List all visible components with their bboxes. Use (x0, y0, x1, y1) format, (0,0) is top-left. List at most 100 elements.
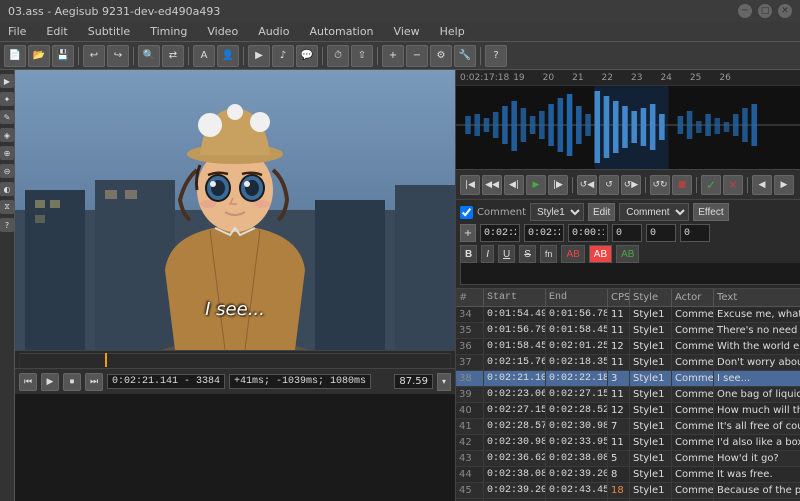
table-row[interactable]: 37 0:02:15.76 0:02:18.35 11 Style1 Comme… (456, 355, 800, 371)
menu-timing[interactable]: Timing (146, 25, 191, 38)
sidebar-icon-4[interactable]: ◈ (0, 128, 14, 142)
tr-sep3 (696, 177, 697, 193)
tb-sub[interactable]: 💬 (296, 45, 318, 67)
sidebar-icon-8[interactable]: ⧖ (0, 200, 14, 214)
tb-redo[interactable]: ↪ (107, 45, 129, 67)
tb-save[interactable]: 💾 (52, 45, 74, 67)
num-input-1[interactable] (612, 224, 642, 242)
subtitle-text-input[interactable]: I see... (460, 263, 800, 285)
menu-audio[interactable]: Audio (254, 25, 293, 38)
tr-reject[interactable]: ✕ (723, 175, 743, 195)
fn-button[interactable]: fn (540, 245, 558, 263)
tr-loop[interactable]: ↺ (599, 175, 619, 195)
tr-play-prev[interactable]: ◀| (504, 175, 524, 195)
tb-video[interactable]: ▶ (248, 45, 270, 67)
vc-play-pause[interactable]: ▶ (41, 373, 59, 391)
tb-replace[interactable]: ⇄ (162, 45, 184, 67)
tb-style[interactable]: A (193, 45, 215, 67)
menu-video[interactable]: Video (203, 25, 242, 38)
strikethrough-button[interactable]: S (519, 245, 536, 263)
timeline-ruler[interactable] (19, 353, 451, 367)
actor-select[interactable]: Comment (619, 203, 689, 221)
sidebar-icon-9[interactable]: ? (0, 218, 14, 232)
cell-num: 36 (456, 339, 484, 354)
table-row[interactable]: 35 0:01:56.79 0:01:58.45 11 Style1 Comme… (456, 323, 800, 339)
tb-shift[interactable]: ⇧ (351, 45, 373, 67)
italic-button[interactable]: I (481, 245, 494, 263)
table-row[interactable]: 43 0:02:36.62 0:02:38.08 5 Style1 Commen… (456, 451, 800, 467)
num-input-3[interactable] (680, 224, 710, 242)
tb-timing[interactable]: ⏱ (327, 45, 349, 67)
tr-play[interactable]: ▶ (526, 175, 546, 195)
cell-end: 0:02:22.18 (546, 371, 608, 386)
close-button[interactable]: ✕ (778, 4, 792, 18)
tr-loop-line[interactable]: ↺↻ (650, 175, 670, 195)
tr-play-next[interactable]: |▶ (548, 175, 568, 195)
minimize-button[interactable]: ─ (738, 4, 752, 18)
tb-help[interactable]: ? (485, 45, 507, 67)
tr-start[interactable]: |◀ (460, 175, 480, 195)
table-row[interactable]: 42 0:02:30.98 0:02:33.95 11 Style1 Comme… (456, 435, 800, 451)
table-row[interactable]: 40 0:02:27.15 0:02:28.52 12 Style1 Comme… (456, 403, 800, 419)
sidebar-icon-2[interactable]: ✦ (0, 92, 14, 106)
num-input-2[interactable] (646, 224, 676, 242)
tb-new[interactable]: 📄 (4, 45, 26, 67)
tb-open[interactable]: 📂 (28, 45, 50, 67)
style-select[interactable]: Style1 (530, 203, 584, 221)
waveform-display[interactable] (456, 86, 800, 170)
cell-text: One bag of liquid gunpowder/nand 44 cali… (714, 387, 800, 402)
table-row[interactable]: 41 0:02:28.57 0:02:30.98 7 Style1 Commen… (456, 419, 800, 435)
sidebar-icon-1[interactable]: ▶ (0, 74, 14, 88)
tb-zoom-in[interactable]: + (382, 45, 404, 67)
tr-accept[interactable]: ✓ (701, 175, 721, 195)
duration-input[interactable] (568, 224, 608, 242)
cell-num: 40 (456, 403, 484, 418)
menu-automation[interactable]: Automation (305, 25, 377, 38)
tr-prev[interactable]: ◀◀ (482, 175, 502, 195)
time-start-input[interactable] (480, 224, 520, 242)
vc-next-frame[interactable]: ⏭ (85, 373, 103, 391)
sidebar-icon-5[interactable]: ⊕ (0, 146, 14, 160)
tb-zoom-out[interactable]: − (406, 45, 428, 67)
table-row[interactable]: 34 0:01:54.49 0:01:56.78 11 Style1 Comme… (456, 307, 800, 323)
sidebar-icon-7[interactable]: ◐ (0, 182, 14, 196)
table-row[interactable]: 38 0:02:21.10 0:02:22.18 3 Style1 Commen… (456, 371, 800, 387)
table-row[interactable]: 36 0:01:58.45 0:02:01.25 12 Style1 Comme… (456, 339, 800, 355)
tb-properties[interactable]: ⚙ (430, 45, 452, 67)
ab-button-2[interactable]: AB (589, 245, 612, 263)
tr-loop-next[interactable]: ↺▶ (621, 175, 641, 195)
cell-num: 34 (456, 307, 484, 322)
table-row[interactable]: 45 0:02:39.20 0:02:43.45 18 Style1 Comme… (456, 483, 800, 499)
table-row[interactable]: 39 0:02:23.06 0:02:27.15 11 Style1 Comme… (456, 387, 800, 403)
tb-config[interactable]: 🔧 (454, 45, 476, 67)
menu-subtitle[interactable]: Subtitle (84, 25, 134, 38)
vc-speed-dropdown[interactable]: ▾ (437, 373, 451, 391)
tb-actor[interactable]: 👤 (217, 45, 239, 67)
tb-undo[interactable]: ↩ (83, 45, 105, 67)
time-end-input[interactable] (524, 224, 564, 242)
tr-stop[interactable]: ■ (672, 175, 692, 195)
maximize-button[interactable]: □ (758, 4, 772, 18)
table-row[interactable]: 44 0:02:38.08 0:02:39.20 8 Style1 Commen… (456, 467, 800, 483)
comment-checkbox[interactable] (460, 206, 473, 219)
menu-file[interactable]: File (4, 25, 30, 38)
sidebar-icon-6[interactable]: ⊖ (0, 164, 14, 178)
add-line-btn[interactable]: + (460, 224, 476, 242)
sidebar-icon-3[interactable]: ✎ (0, 110, 14, 124)
vc-prev-frame[interactable]: ⏮ (19, 373, 37, 391)
edit-button[interactable]: Edit (588, 203, 615, 221)
tr-next-line[interactable]: ▶ (774, 175, 794, 195)
vc-stop[interactable]: ⏹ (63, 373, 81, 391)
menu-help[interactable]: Help (436, 25, 469, 38)
tr-prev-line[interactable]: ◀ (752, 175, 772, 195)
ab-button-3[interactable]: AB (616, 245, 639, 263)
tb-audio[interactable]: ♪ (272, 45, 294, 67)
bold-button[interactable]: B (460, 245, 477, 263)
tb-find[interactable]: 🔍 (138, 45, 160, 67)
tr-loop-prev[interactable]: ↺◀ (577, 175, 597, 195)
menu-edit[interactable]: Edit (42, 25, 71, 38)
effect-button[interactable]: Effect (693, 203, 728, 221)
underline-button[interactable]: U (498, 245, 515, 263)
ab-button-1[interactable]: AB (561, 245, 584, 263)
menu-view[interactable]: View (390, 25, 424, 38)
